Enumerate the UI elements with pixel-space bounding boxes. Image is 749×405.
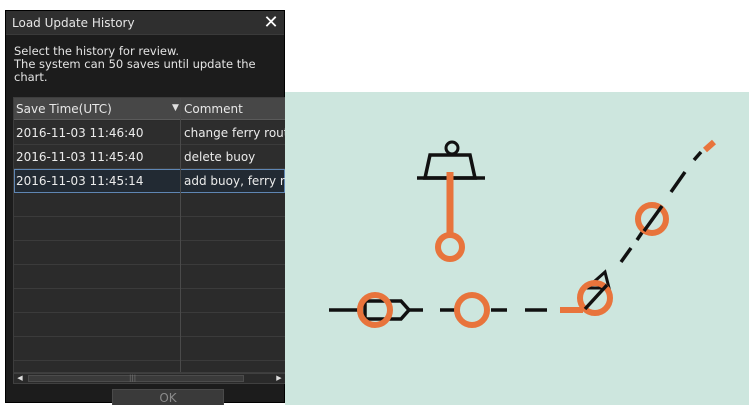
row-save-time: 2016-11-03 11:45:14: [16, 174, 144, 188]
row-save-time: 2016-11-03 11:45:40: [16, 150, 144, 164]
table-row-empty: [14, 313, 285, 337]
horizontal-scrollbar[interactable]: ◀ ||| ▶: [13, 373, 286, 384]
row-comment: add buoy, ferry ro: [184, 174, 286, 188]
close-icon: ✕: [263, 12, 279, 33]
chart-canvas: [329, 139, 716, 328]
table-row-empty: [14, 289, 285, 313]
table-row[interactable]: 2016-11-03 11:45:40 delete buoy: [14, 145, 285, 169]
scroll-thumb[interactable]: |||: [28, 374, 244, 382]
table-header: Save Time(UTC) ▼ Comment: [14, 98, 285, 120]
table-row-selected[interactable]: 2016-11-03 11:45:14 add buoy, ferry ro: [14, 169, 285, 193]
buoy-marker-icon[interactable]: [635, 202, 669, 236]
chart-view[interactable]: [285, 92, 749, 405]
buoy-marker-icon[interactable]: [560, 269, 613, 316]
column-header-save-time[interactable]: Save Time(UTC): [16, 102, 112, 116]
scroll-right-icon[interactable]: ▶: [273, 374, 285, 383]
column-divider: [180, 98, 181, 372]
row-comment: change ferry rout: [184, 126, 286, 140]
buoy-marker-icon[interactable]: [454, 292, 490, 328]
history-table: Save Time(UTC) ▼ Comment 2016-11-03 11:4…: [13, 97, 286, 373]
message-line: chart.: [14, 70, 48, 84]
table-row-empty: [14, 265, 285, 289]
table-row-empty: [14, 241, 285, 265]
close-button[interactable]: ✕: [258, 11, 284, 35]
sort-down-icon[interactable]: ▼: [172, 103, 179, 113]
dialog-titlebar: Load Update History ✕: [6, 11, 284, 35]
ferry-route-diagonal[interactable]: [619, 139, 716, 264]
dialog-title: Load Update History: [12, 16, 135, 30]
buoy-symbol-icon[interactable]: [417, 140, 485, 262]
message-line: The system can 50 saves until update the: [14, 57, 256, 71]
row-comment: delete buoy: [184, 150, 256, 164]
table-row[interactable]: 2016-11-03 11:46:40 change ferry rout: [14, 121, 285, 145]
table-row-empty: [14, 337, 285, 361]
row-save-time: 2016-11-03 11:46:40: [16, 126, 144, 140]
load-update-history-dialog: Load Update History ✕ Select the history…: [5, 10, 286, 405]
table-row-empty: [14, 217, 285, 241]
ok-button[interactable]: OK: [112, 389, 224, 405]
scroll-left-icon[interactable]: ◀: [14, 374, 26, 383]
grip-icon: |||: [129, 374, 137, 382]
table-row-empty: [14, 193, 285, 217]
column-header-comment[interactable]: Comment: [184, 102, 243, 116]
dialog-message: Select the history for review. The syste…: [14, 45, 278, 84]
